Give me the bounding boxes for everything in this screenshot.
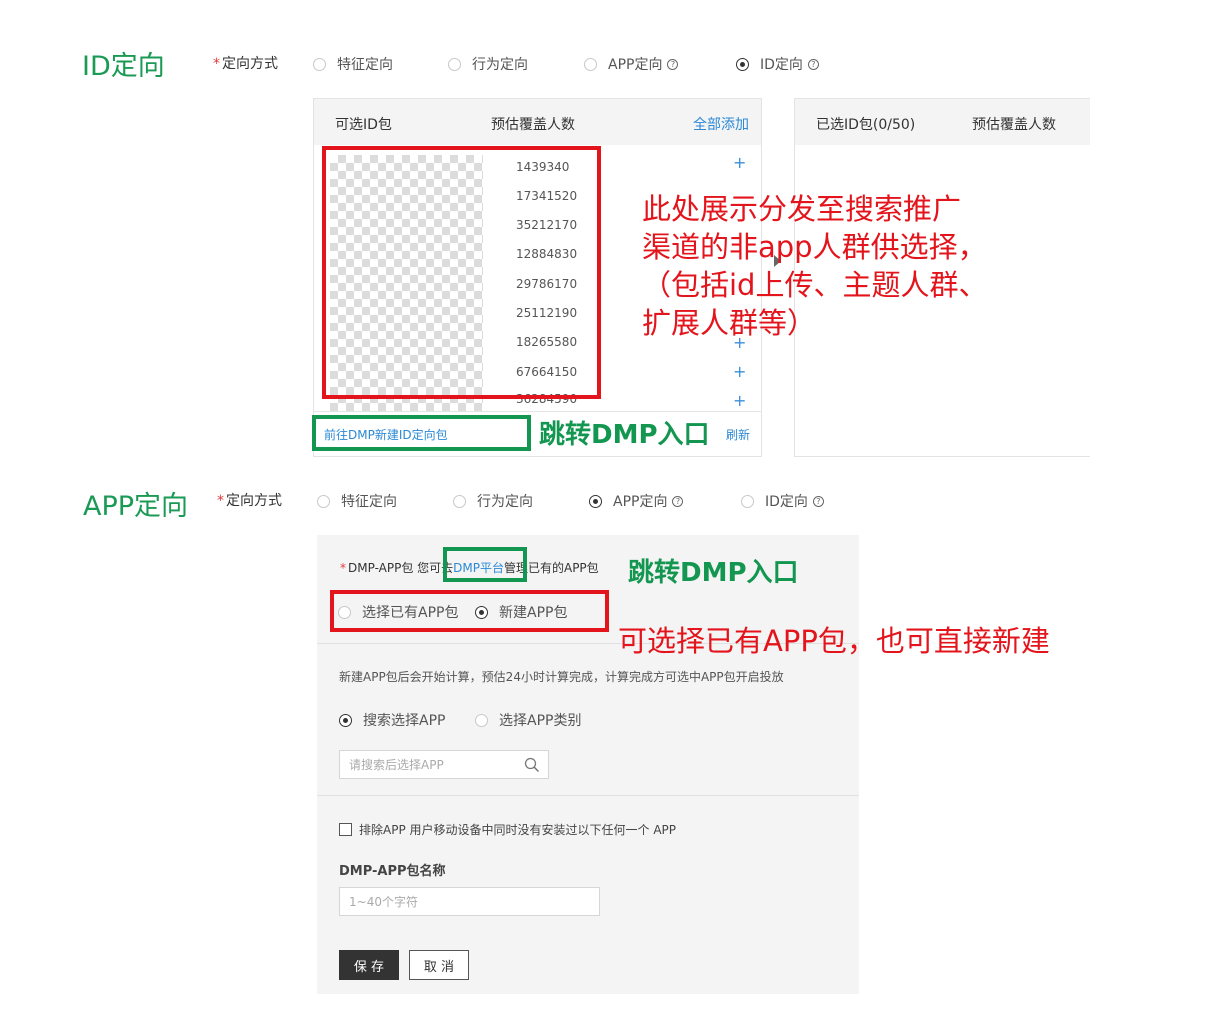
add-plus-icon[interactable]: +	[733, 153, 746, 172]
app-notice-text: 新建APP包后会开始计算，预估24小时计算完成，计算完成方可选中APP包开启投放	[339, 670, 784, 684]
search-icon[interactable]	[524, 757, 540, 773]
available-id-col: 可选ID包	[335, 117, 392, 133]
refresh-link[interactable]: 刷新	[726, 426, 750, 443]
annotation-id-description: 此处展示分发至搜索推广 渠道的非app人群供选择， （包括id上传、主题人群、 …	[642, 192, 988, 340]
add-all-link[interactable]: 全部添加	[693, 114, 749, 134]
save-button[interactable]: 保 存	[339, 950, 399, 980]
app-option-behavior[interactable]: 行为定向	[453, 491, 533, 511]
annotation-dmp-entry: 跳转DMP入口	[628, 558, 799, 588]
radio-checked-icon	[589, 494, 602, 508]
panel-divider	[317, 795, 859, 796]
add-plus-icon[interactable]: +	[733, 391, 746, 410]
app-method-label: * 定向方式	[217, 493, 282, 509]
help-icon[interactable]: ?	[807, 58, 819, 70]
radio-icon	[475, 713, 488, 727]
radio-icon	[584, 57, 597, 71]
dmp-app-name-input[interactable]: 1~40个字符	[339, 887, 600, 916]
app-search-input[interactable]: 请搜索后选择APP	[339, 750, 549, 779]
annotation-red-box	[330, 590, 609, 632]
search-select-app-option[interactable]: 搜索选择APP	[339, 710, 445, 730]
checkbox-icon[interactable]	[339, 823, 352, 836]
radio-icon	[313, 57, 326, 71]
exclude-app-checkbox[interactable]: 排除APP 用户移动设备中同时没有安装过以下任何一个 APP	[339, 821, 676, 838]
app-option-id[interactable]: ID定向?	[741, 491, 824, 511]
coverage-col: 预估覆盖人数	[491, 117, 575, 133]
radio-icon	[453, 494, 466, 508]
annotation-green-box	[443, 547, 527, 582]
help-icon[interactable]: ?	[667, 58, 679, 70]
annotation-green-box	[312, 415, 531, 451]
id-method-label: * 定向方式	[213, 56, 278, 72]
app-option-app[interactable]: APP定向?	[589, 491, 684, 511]
radio-icon	[317, 494, 330, 508]
selected-id-header: 已选ID包(0/50) 预估覆盖人数	[795, 99, 1090, 145]
id-option-behavior[interactable]: 行为定向	[448, 54, 528, 74]
help-icon[interactable]: ?	[812, 495, 824, 507]
app-option-feature[interactable]: 特征定向	[317, 491, 397, 511]
cancel-button[interactable]: 取 消	[409, 950, 469, 980]
radio-checked-icon	[736, 57, 749, 71]
selected-coverage-col: 预估覆盖人数	[972, 117, 1056, 133]
id-section-title: ID定向	[82, 51, 165, 82]
id-option-feature[interactable]: 特征定向	[313, 54, 393, 74]
annotation-dmp-entry: 跳转DMP入口	[539, 420, 710, 450]
select-app-category-option[interactable]: 选择APP类别	[475, 710, 581, 730]
add-plus-icon[interactable]: +	[733, 362, 746, 381]
radio-icon	[741, 494, 754, 508]
id-option-app[interactable]: APP定向?	[584, 54, 679, 74]
id-option-id[interactable]: ID定向?	[736, 54, 819, 74]
dmp-app-name-label: DMP-APP包名称	[339, 864, 446, 879]
help-icon[interactable]: ?	[672, 495, 684, 507]
annotation-app-description: 可选择已有APP包，也可直接新建	[618, 624, 1050, 658]
available-id-header: 可选ID包 预估覆盖人数 全部添加	[314, 99, 761, 145]
selected-id-col: 已选ID包(0/50)	[816, 117, 916, 133]
annotation-red-box	[322, 146, 601, 399]
radio-icon	[448, 57, 461, 71]
panel-divider	[314, 411, 761, 412]
app-section-title: APP定向	[83, 491, 189, 522]
radio-checked-icon	[339, 713, 352, 727]
